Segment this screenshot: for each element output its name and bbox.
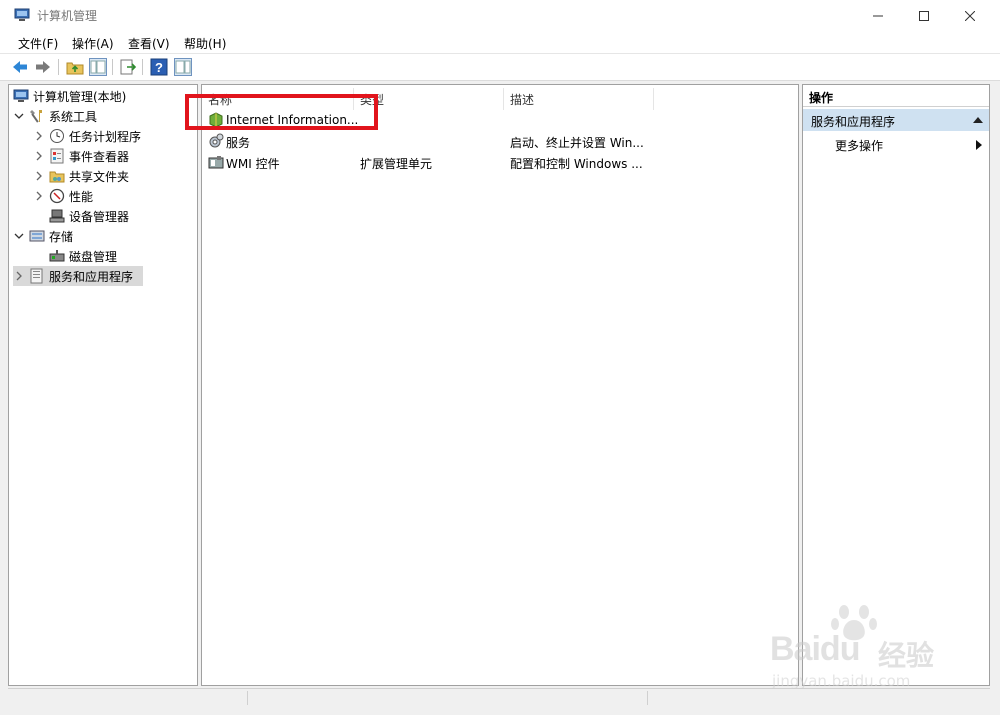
show-hide-tree-icon[interactable] [89, 58, 107, 76]
tree-item-performance[interactable]: 性能 [33, 186, 93, 206]
tree-item-disk-management[interactable]: 磁盘管理 [49, 246, 117, 266]
watermark-url: jingyan.baidu.com [772, 672, 911, 690]
list-item-description: 配置和控制 Windows ... [510, 157, 643, 171]
up-folder-icon[interactable] [66, 58, 84, 76]
tree-item-label: 性能 [69, 189, 94, 204]
chevron-right-icon[interactable] [33, 150, 45, 162]
tree-item-label: 共享文件夹 [69, 169, 130, 184]
toolbar-separator [112, 59, 113, 75]
help-icon[interactable]: ? [150, 58, 168, 76]
services-gear-icon [209, 133, 224, 148]
status-segment [248, 691, 648, 705]
menu-help[interactable]: 帮助(H) [184, 35, 226, 52]
chevron-down-icon[interactable] [13, 230, 25, 242]
watermark-suffix: 经验 [878, 639, 935, 672]
minimize-button[interactable] [855, 0, 901, 31]
list-item-name: 服务 [226, 136, 251, 150]
chevron-down-icon[interactable] [13, 110, 25, 122]
list-item-description: 启动、终止并设置 Win... [510, 136, 644, 150]
list-item-services[interactable]: 服务 启动、终止并设置 Win... [206, 132, 796, 152]
list-item-wmi-control[interactable]: WMI 控件 扩展管理单元 配置和控制 Windows ... [206, 153, 796, 173]
services-applications-icon [30, 268, 43, 284]
tree-item-task-scheduler[interactable]: 任务计划程序 [33, 126, 141, 146]
watermark-brand: Baidu [770, 630, 860, 668]
wmi-icon [208, 156, 224, 169]
title-bar: 计算机管理 [0, 0, 1000, 31]
device-manager-icon [49, 209, 65, 223]
baidu-watermark: Baidu 经验 jingyan.baidu.com [760, 600, 950, 695]
storage-icon [29, 230, 45, 242]
tree-item-label: 磁盘管理 [69, 249, 118, 264]
chevron-right-icon[interactable] [33, 130, 45, 142]
computer-management-icon [13, 89, 29, 102]
back-icon[interactable] [11, 58, 29, 76]
toolbar-separator [58, 59, 59, 75]
svg-text:?: ? [155, 60, 163, 75]
tree-item-device-manager[interactable]: 设备管理器 [49, 206, 129, 226]
actions-pane: 操作 服务和应用程序 更多操作 [802, 84, 990, 686]
export-list-icon[interactable] [119, 58, 137, 76]
status-segment [8, 691, 248, 705]
tree-item-label: 系统工具 [49, 109, 98, 124]
computer-management-window: 计算机管理 文件(F) 操作(A) 查看(V) 帮助(H) ? 计算机管理(本地… [0, 0, 1000, 715]
column-header-description[interactable]: 描述 [504, 88, 654, 110]
window-title: 计算机管理 [37, 9, 98, 23]
menu-file[interactable]: 文件(F) [18, 35, 58, 52]
tree-item-services-and-applications[interactable]: 服务和应用程序 [13, 266, 143, 286]
event-viewer-icon [50, 148, 64, 164]
menu-bar: 文件(F) 操作(A) 查看(V) 帮助(H) [0, 31, 1000, 54]
actions-header: 操作 [803, 85, 989, 107]
collapse-up-icon[interactable] [973, 116, 983, 124]
close-icon [965, 10, 975, 21]
tree-item-label: 事件查看器 [69, 149, 130, 164]
chevron-right-icon[interactable] [33, 190, 45, 202]
toolbar-separator [142, 59, 143, 75]
tree-item-root[interactable]: 计算机管理(本地) [13, 86, 126, 106]
menu-action[interactable]: 操作(A) [72, 35, 114, 52]
highlight-annotation-box [185, 94, 378, 130]
chevron-right-icon[interactable] [13, 270, 25, 282]
menu-view[interactable]: 查看(V) [128, 35, 170, 52]
shared-folder-icon [49, 171, 65, 183]
tree-item-shared-folders[interactable]: 共享文件夹 [33, 166, 129, 186]
more-actions-item[interactable]: 更多操作 [835, 137, 883, 154]
tree-item-system-tools[interactable]: 系统工具 [13, 106, 97, 126]
show-hide-action-pane-icon[interactable] [174, 58, 192, 76]
console-tree: 计算机管理(本地) 系统工具 任务计划程序 事件查看器 共享文件夹 性能 设备管… [8, 84, 198, 686]
more-actions-label: 更多操作 [835, 139, 884, 153]
tree-item-label: 计算机管理(本地) [33, 89, 127, 104]
disk-management-icon [49, 250, 65, 262]
tree-item-label: 设备管理器 [69, 209, 130, 224]
chevron-right-icon[interactable] [33, 170, 45, 182]
list-item-type: 扩展管理单元 [360, 157, 433, 171]
clock-icon [50, 129, 64, 143]
computer-management-icon [14, 8, 30, 21]
maximize-icon [919, 10, 929, 21]
forward-icon[interactable] [34, 58, 52, 76]
tree-item-label: 服务和应用程序 [49, 269, 134, 284]
tools-icon [30, 110, 42, 123]
toolbar: ? [0, 54, 1000, 81]
minimize-icon [873, 15, 883, 16]
actions-section-services-and-applications[interactable]: 服务和应用程序 [803, 109, 989, 131]
maximize-button[interactable] [901, 0, 947, 31]
tree-item-storage[interactable]: 存储 [13, 226, 73, 246]
list-item-name: WMI 控件 [226, 157, 280, 171]
close-button[interactable] [947, 0, 993, 31]
tree-item-event-viewer[interactable]: 事件查看器 [33, 146, 129, 166]
results-list: 名称 类型 描述 Internet Information... 服务 启动、终… [201, 84, 799, 686]
submenu-arrow-icon [976, 140, 982, 150]
tree-item-label: 任务计划程序 [69, 129, 142, 144]
tree-item-label: 存储 [49, 229, 74, 244]
performance-icon [49, 188, 65, 204]
actions-section-label: 服务和应用程序 [811, 115, 896, 129]
